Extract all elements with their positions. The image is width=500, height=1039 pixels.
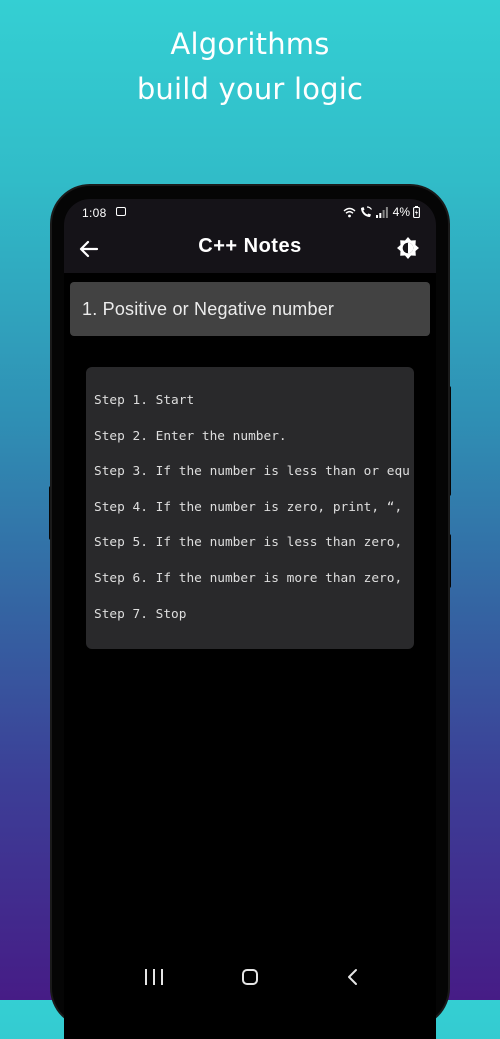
home-icon[interactable] [242,969,258,985]
code-line: Step 4. If the number is zero, print, “, [94,499,403,515]
battery-percent: 4% [392,205,410,219]
brightness-icon[interactable] [396,236,420,260]
code-lines: Step 1. Start Step 2. Enter the number. … [94,393,410,642]
code-line: Step 1. Start [94,393,195,408]
promo-line-1: Algorithms [170,27,330,61]
status-time: 1:08 [82,206,107,220]
phone-frame: 1:08 4% C++ Notes 1. Positive or Negativ… [52,186,448,1039]
note-heading[interactable]: 1. Positive or Negative number [70,282,430,336]
back-icon[interactable] [345,968,359,986]
status-bar: 1:08 4% [64,199,436,225]
wifi-calling-icon [360,206,372,217]
code-line: Step 6. If the number is more than zero, [94,570,403,586]
promo-line-2: build your logic [136,72,364,106]
status-icons: 4% [343,205,420,219]
gallery-icon [116,207,126,216]
phone-screen: 1:08 4% C++ Notes 1. Positive or Negativ… [64,199,436,1039]
code-line: Step 5. If the number is less than zero, [94,535,403,551]
recent-apps-icon[interactable] [145,969,163,985]
code-block[interactable]: Step 1. Start Step 2. Enter the number. … [86,367,414,649]
code-line: Step 2. Enter the number. [94,428,287,444]
signal-icon [375,206,388,218]
app-bar: C++ Notes [64,225,436,273]
code-line: Step 3. If the number is less than or eq… [94,464,410,480]
promo-headline: Algorithms build your logic [0,22,500,112]
app-title: C++ Notes [198,235,302,257]
code-line: Step 7. Stop [94,606,187,622]
system-nav-bar [64,953,436,1003]
battery-icon [413,206,420,218]
wifi-icon [343,207,356,217]
note-heading-text: 1. Positive or Negative number [82,298,335,319]
